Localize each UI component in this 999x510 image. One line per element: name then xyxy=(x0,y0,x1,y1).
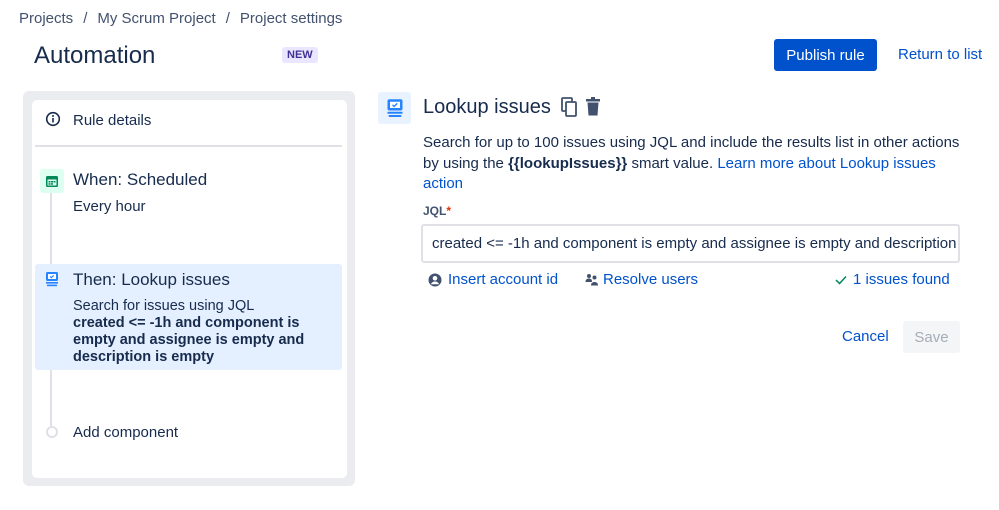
jql-label-text: JQL xyxy=(423,204,447,218)
breadcrumb-project[interactable]: My Scrum Project xyxy=(97,10,215,27)
issues-found-link[interactable]: 1 issues found xyxy=(835,271,950,288)
trigger-subtitle: Every hour xyxy=(73,198,146,215)
lookup-issues-icon xyxy=(378,92,411,124)
rule-details-item[interactable]: Rule details xyxy=(73,112,151,129)
breadcrumb-separator: / xyxy=(83,10,88,27)
delete-icon[interactable] xyxy=(585,97,601,122)
new-badge: NEW xyxy=(282,47,318,63)
info-icon xyxy=(45,111,61,127)
action-query: created <= -1h and component is empty an… xyxy=(73,315,305,365)
insert-account-id-label: Insert account id xyxy=(448,271,559,288)
flow-line xyxy=(50,370,52,426)
action-subtitle: Search for issues using JQL xyxy=(73,298,255,314)
insert-account-id-button[interactable]: Insert account id xyxy=(428,271,558,288)
publish-rule-button[interactable]: Publish rule xyxy=(774,39,877,71)
return-to-list-link[interactable]: Return to list xyxy=(898,46,982,63)
breadcrumb-settings[interactable]: Project settings xyxy=(240,10,343,27)
action-description: Search for issues using JQL created <= -… xyxy=(73,298,333,366)
flow-line xyxy=(50,192,52,264)
user-icon xyxy=(428,273,442,286)
cancel-button[interactable]: Cancel xyxy=(842,328,889,345)
calendar-icon xyxy=(40,169,64,193)
check-icon xyxy=(835,275,847,285)
page-title: Automation xyxy=(34,42,156,69)
breadcrumb: Projects / My Scrum Project / Project se… xyxy=(19,10,342,27)
panel-title: Lookup issues xyxy=(423,96,551,118)
required-mark: * xyxy=(446,204,452,218)
divider xyxy=(35,145,342,147)
jql-label: JQL* xyxy=(423,204,451,218)
breadcrumb-separator: / xyxy=(225,10,230,27)
resolve-users-label: Resolve users xyxy=(603,271,699,288)
save-button[interactable]: Save xyxy=(903,321,960,353)
issues-found-label: 1 issues found xyxy=(853,271,950,288)
action-title[interactable]: Then: Lookup issues xyxy=(73,270,230,290)
smart-value: {{lookupIssues}} xyxy=(508,154,628,172)
breadcrumb-projects[interactable]: Projects xyxy=(19,10,73,27)
resolve-users-button[interactable]: Resolve users xyxy=(585,271,698,288)
jql-input[interactable]: created <= -1h and component is empty an… xyxy=(421,224,960,263)
add-component-circle-icon xyxy=(46,426,58,438)
trigger-title[interactable]: When: Scheduled xyxy=(73,170,207,190)
people-icon xyxy=(585,274,598,286)
description-text: smart value. xyxy=(627,154,718,172)
add-component-button[interactable]: Add component xyxy=(73,424,178,441)
panel-description: Search for up to 100 issues using JQL an… xyxy=(423,133,963,195)
copy-icon[interactable] xyxy=(561,97,577,122)
lookup-icon xyxy=(45,271,59,287)
